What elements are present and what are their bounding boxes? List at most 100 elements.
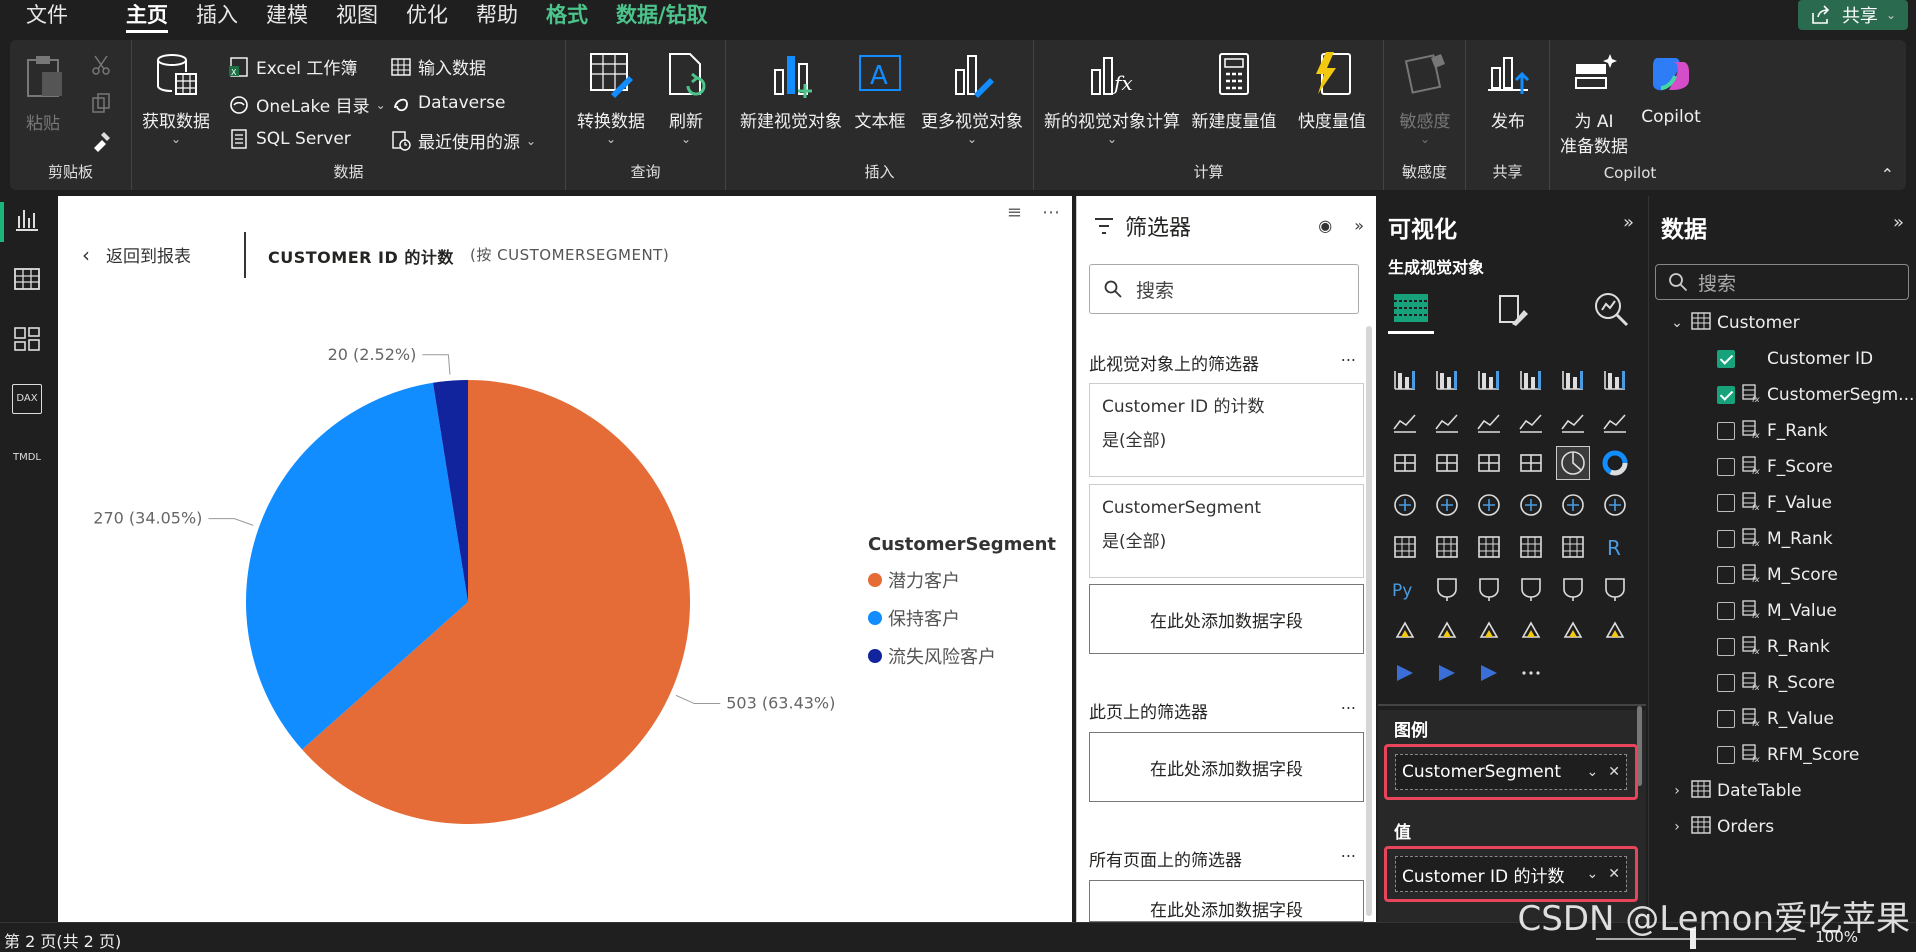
field-row[interactable]: fx R_Value bbox=[1717, 704, 1834, 734]
dax-query-view-icon[interactable]: DAX bbox=[12, 384, 42, 414]
more-options-icon[interactable]: ... bbox=[1341, 694, 1356, 713]
add-page-filter-field[interactable]: 在此处添加数据字段 bbox=[1089, 732, 1364, 802]
chevron-right-icon[interactable]: › bbox=[1669, 819, 1685, 835]
model-view-icon[interactable] bbox=[12, 324, 42, 354]
filters-search-input[interactable]: 搜索 bbox=[1089, 264, 1359, 314]
table-view-icon[interactable] bbox=[12, 264, 42, 294]
recent-sources-button[interactable]: 最近使用的源 ⌄ bbox=[390, 128, 536, 153]
field-row[interactable]: Customer ID bbox=[1717, 344, 1873, 374]
100-stacked-bar-icon[interactable] bbox=[1556, 362, 1590, 396]
map-icon[interactable] bbox=[1430, 488, 1464, 522]
waterfall-icon[interactable] bbox=[1430, 446, 1464, 480]
more-visuals-button[interactable]: 更多视觉对象 ⌄ bbox=[916, 50, 1028, 146]
card-icon[interactable] bbox=[1598, 488, 1632, 522]
close-icon[interactable]: ✕ bbox=[1608, 866, 1620, 882]
analytics-tab[interactable] bbox=[1588, 288, 1634, 334]
transform-data-button[interactable]: 转换数据 ⌄ bbox=[572, 50, 650, 146]
field-checkbox[interactable] bbox=[1717, 458, 1735, 476]
field-row[interactable]: fx RFM_Score bbox=[1717, 740, 1859, 770]
line-clustered-column-icon[interactable] bbox=[1598, 404, 1632, 438]
menu-view[interactable]: 视图 bbox=[322, 0, 392, 34]
donut-icon[interactable] bbox=[1598, 446, 1632, 480]
clustered-column-icon[interactable] bbox=[1514, 362, 1548, 396]
new-measure-button[interactable]: 新建度量值 bbox=[1186, 50, 1282, 132]
format-visual-tab[interactable] bbox=[1488, 288, 1534, 334]
publish-button[interactable]: 发布 bbox=[1476, 50, 1540, 132]
collapse-pane-icon[interactable]: » bbox=[1623, 212, 1634, 233]
stacked-column-icon[interactable] bbox=[1430, 362, 1464, 396]
image-icon[interactable] bbox=[1598, 614, 1632, 648]
field-checkbox[interactable] bbox=[1717, 710, 1735, 728]
legend-item[interactable]: 潜力客户 bbox=[868, 561, 1056, 599]
narrative-icon[interactable] bbox=[1556, 572, 1590, 606]
menu-help[interactable]: 帮助 bbox=[462, 0, 532, 34]
enter-data-button[interactable]: 输入数据 bbox=[390, 54, 486, 79]
collapse-pane-icon[interactable]: » bbox=[1893, 212, 1904, 233]
dataverse-button[interactable]: Dataverse bbox=[390, 92, 505, 114]
power-automate-icon[interactable] bbox=[1514, 614, 1548, 648]
copy-icon[interactable] bbox=[90, 92, 112, 114]
field-row[interactable]: fx F_Value bbox=[1717, 488, 1832, 518]
legend-item[interactable]: 保持客户 bbox=[868, 599, 1056, 637]
format-painter-icon[interactable] bbox=[90, 128, 114, 152]
line-icon[interactable] bbox=[1388, 404, 1422, 438]
field-checkbox[interactable] bbox=[1717, 602, 1735, 620]
filter-card-customer-id[interactable]: Customer ID 的计数 是(全部) bbox=[1089, 383, 1364, 477]
table-row-datetable[interactable]: › DateTable bbox=[1669, 776, 1802, 806]
close-icon[interactable]: ✕ bbox=[1608, 764, 1620, 780]
matrix-icon[interactable] bbox=[1556, 530, 1590, 564]
sql-server-button[interactable]: SQL Server bbox=[228, 128, 351, 150]
prep-data-for-ai-button[interactable]: 为 AI 准备数据 bbox=[1554, 50, 1634, 157]
new-visual-calc-button[interactable]: fx 新的视觉对象计算 ⌄ bbox=[1040, 50, 1184, 146]
menu-insert[interactable]: 插入 bbox=[182, 0, 252, 34]
excel-button[interactable]: X Excel 工作簿 bbox=[228, 54, 357, 79]
treemap-icon[interactable] bbox=[1388, 488, 1422, 522]
field-checkbox[interactable] bbox=[1717, 494, 1735, 512]
custom-2-icon[interactable] bbox=[1472, 656, 1506, 690]
ribbon-icon[interactable] bbox=[1388, 446, 1422, 480]
legend-field-pill[interactable]: CustomerSegment ⌄ ✕ bbox=[1395, 754, 1627, 790]
filters-scrollbar[interactable] bbox=[1366, 326, 1372, 916]
data-search-input[interactable]: 搜索 bbox=[1655, 264, 1909, 300]
kpi-icon[interactable] bbox=[1430, 530, 1464, 564]
add-visual-filter-field[interactable]: 在此处添加数据字段 bbox=[1089, 584, 1364, 654]
field-row[interactable]: fx M_Score bbox=[1717, 560, 1838, 590]
viz-scrollbar[interactable] bbox=[1637, 706, 1642, 786]
field-checkbox[interactable] bbox=[1717, 530, 1735, 548]
key-influencers-icon[interactable] bbox=[1430, 572, 1464, 606]
share-button[interactable]: 共享 ⌄ bbox=[1797, 0, 1908, 30]
trophy-icon[interactable] bbox=[1388, 614, 1422, 648]
clustered-bar-icon[interactable] bbox=[1472, 362, 1506, 396]
legend-well[interactable]: CustomerSegment ⌄ ✕ bbox=[1384, 744, 1638, 800]
field-checkbox[interactable] bbox=[1717, 422, 1735, 440]
slicer-icon[interactable] bbox=[1472, 530, 1506, 564]
azure-map-icon[interactable] bbox=[1514, 488, 1548, 522]
paste-button[interactable]: 粘贴 bbox=[20, 52, 66, 134]
chevron-down-icon[interactable]: ⌄ bbox=[1587, 866, 1599, 882]
menu-home[interactable]: 主页 bbox=[112, 0, 182, 34]
stacked-area-icon[interactable] bbox=[1472, 404, 1506, 438]
field-checkbox[interactable] bbox=[1717, 638, 1735, 656]
copilot-button[interactable]: Copilot bbox=[1636, 50, 1706, 127]
chevron-down-icon[interactable]: ⌄ bbox=[1587, 764, 1599, 780]
table-icon[interactable] bbox=[1514, 530, 1548, 564]
stacked-bar-icon[interactable] bbox=[1388, 362, 1422, 396]
cut-icon[interactable] bbox=[90, 54, 112, 76]
eye-icon[interactable]: ◉ bbox=[1318, 216, 1332, 235]
pie-icon[interactable] bbox=[1556, 446, 1590, 480]
field-row[interactable]: fx F_Score bbox=[1717, 452, 1833, 482]
table-row-customer[interactable]: ⌄ Customer bbox=[1669, 308, 1800, 338]
collapse-ribbon-icon[interactable]: ⌃ bbox=[1881, 165, 1894, 184]
field-checkbox[interactable] bbox=[1717, 566, 1735, 584]
area-icon[interactable] bbox=[1430, 404, 1464, 438]
onelake-button[interactable]: OneLake 目录 ⌄ bbox=[228, 92, 386, 117]
menu-file[interactable]: 文件 bbox=[12, 0, 82, 34]
field-checkbox[interactable] bbox=[1717, 350, 1735, 368]
values-field-pill[interactable]: Customer ID 的计数 ⌄ ✕ bbox=[1395, 856, 1627, 892]
paginated-icon[interactable] bbox=[1598, 572, 1632, 606]
menu-format[interactable]: 格式 bbox=[532, 0, 602, 34]
r-visual-icon[interactable]: R bbox=[1598, 530, 1632, 564]
table-row-orders[interactable]: › Orders bbox=[1669, 812, 1774, 842]
custom-1-icon[interactable] bbox=[1430, 656, 1464, 690]
more-options-icon[interactable]: ... bbox=[1341, 842, 1356, 861]
